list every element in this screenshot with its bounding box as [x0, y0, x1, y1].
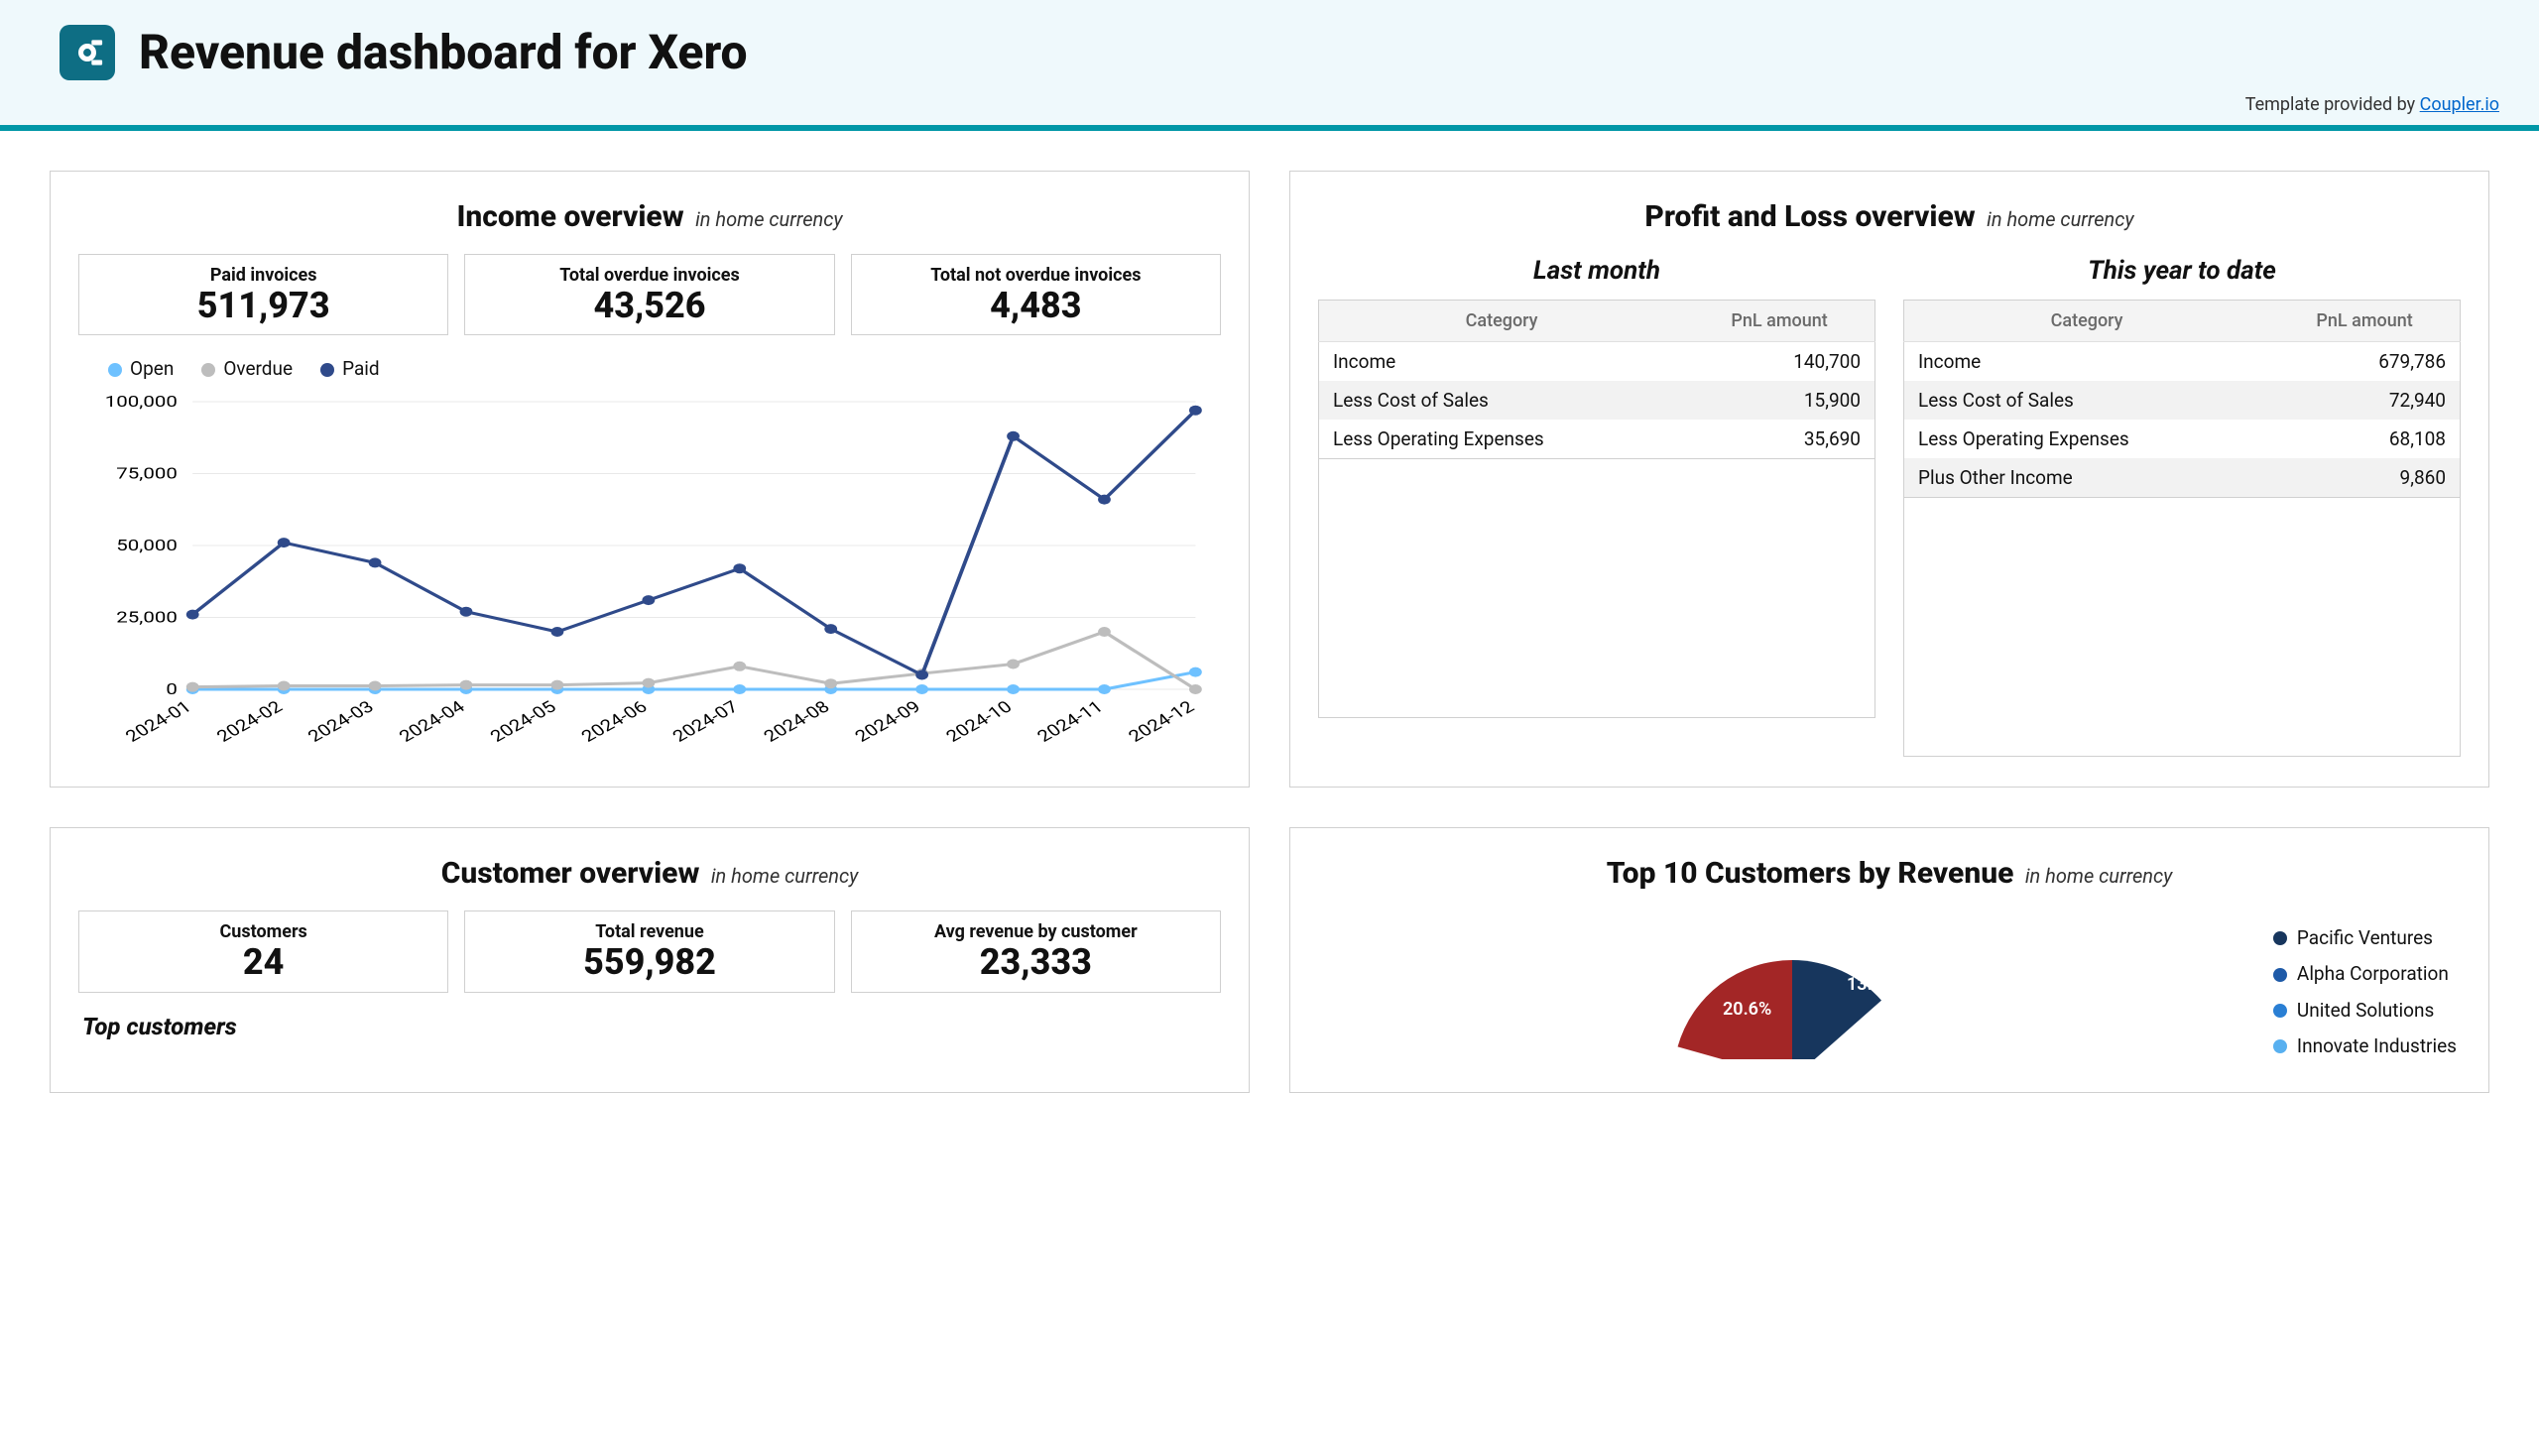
svg-text:13.5%: 13.5% — [1847, 974, 1895, 995]
income-chart-legend: Open Overdue Paid — [78, 351, 1221, 382]
legend-item: Alpha Corporation — [2273, 956, 2457, 992]
svg-text:2024-05: 2024-05 — [487, 698, 561, 746]
legend-item: Innovate Industries — [2273, 1029, 2457, 1064]
coupler-link[interactable]: Coupler.io — [2420, 94, 2499, 115]
table-row: Less Cost of Sales72,940 — [1904, 381, 2461, 420]
legend-dot-icon — [2273, 931, 2287, 945]
income-kpis: Paid invoices 511,973 Total overdue invo… — [78, 254, 1221, 335]
legend-dot-icon — [2273, 1004, 2287, 1018]
customer-kpis: Customers 24 Total revenue 559,982 Avg r… — [78, 910, 1221, 992]
pnl-caption: Last month — [1318, 256, 1875, 286]
brand-logo — [60, 25, 115, 80]
svg-text:2024-12: 2024-12 — [1125, 698, 1199, 746]
legend-dot-icon — [2273, 1039, 2287, 1053]
kpi-customers: Customers 24 — [78, 910, 448, 992]
table-row: Less Operating Expenses35,690 — [1319, 420, 1875, 459]
income-line-chart: 0 25,000 50,000 75,000 100,000 2024-01 2024-02… — [78, 382, 1221, 759]
legend-dot-icon — [2273, 968, 2287, 982]
svg-text:20.6%: 20.6% — [1723, 999, 1771, 1020]
svg-text:2024-08: 2024-08 — [760, 698, 834, 746]
template-credit: Template provided by Coupler.io — [60, 94, 2499, 121]
pnl-column: This year to date CategoryPnL amountIncom… — [1903, 254, 2461, 757]
table-row: Less Cost of Sales15,900 — [1319, 381, 1875, 420]
svg-text:2024-04: 2024-04 — [396, 698, 470, 746]
svg-text:2024-09: 2024-09 — [851, 698, 925, 746]
svg-text:2024-02: 2024-02 — [213, 698, 288, 746]
pnl-overview-card: Profit and Loss overview in home currenc… — [1289, 171, 2489, 788]
kpi-overdue-invoices: Total overdue invoices 43,526 — [464, 254, 834, 335]
legend-dot-paid — [320, 363, 334, 377]
page-title: Revenue dashboard for Xero — [139, 24, 748, 80]
pnl-table: CategoryPnL amountIncome140,700Less Cost… — [1318, 300, 1875, 459]
svg-text:100,000: 100,000 — [105, 393, 178, 411]
pnl-column: Last month CategoryPnL amountIncome140,70… — [1318, 254, 1875, 757]
kpi-total-revenue: Total revenue 559,982 — [464, 910, 834, 992]
svg-text:50,000: 50,000 — [116, 537, 178, 554]
brand-icon — [69, 35, 105, 70]
kpi-not-overdue-invoices: Total not overdue invoices 4,483 — [851, 254, 1221, 335]
top-customers-label: Top customers — [82, 1013, 1217, 1040]
svg-text:75,000: 75,000 — [116, 465, 178, 483]
table-row: Income140,700 — [1319, 342, 1875, 382]
legend-item: Pacific Ventures — [2273, 920, 2457, 956]
legend-dot-open — [108, 363, 122, 377]
pnl-caption: This year to date — [1903, 256, 2461, 286]
kpi-paid-invoices: Paid invoices 511,973 — [78, 254, 448, 335]
table-row: Plus Other Income9,860 — [1904, 458, 2461, 498]
card-title: Top 10 Customers by Revenue in home curr… — [1318, 856, 2461, 891]
table-row: Less Operating Expenses68,108 — [1904, 420, 2461, 458]
svg-text:2024-11: 2024-11 — [1033, 698, 1108, 746]
svg-text:2024-10: 2024-10 — [942, 698, 1017, 746]
card-title: Income overview in home currency — [78, 199, 1221, 234]
card-title: Customer overview in home currency — [78, 856, 1221, 891]
legend-item: United Solutions — [2273, 993, 2457, 1029]
top-customers-card: Top 10 Customers by Revenue in home curr… — [1289, 827, 2489, 1092]
svg-text:0: 0 — [166, 680, 178, 698]
svg-text:2024-06: 2024-06 — [577, 698, 652, 746]
pnl-table: CategoryPnL amountIncome679,786Less Cost… — [1903, 300, 2461, 498]
top-customers-legend: Pacific VenturesAlpha CorporationUnited … — [2273, 920, 2457, 1063]
svg-text:25,000: 25,000 — [116, 609, 178, 627]
income-overview-card: Income overview in home currency Paid in… — [50, 171, 1250, 788]
svg-text:2024-07: 2024-07 — [668, 698, 743, 746]
banner: Revenue dashboard for Xero Template prov… — [0, 0, 2539, 131]
svg-text:2024-03: 2024-03 — [304, 698, 379, 746]
svg-text:2024-01: 2024-01 — [122, 698, 196, 746]
customer-overview-card: Customer overview in home currency Custo… — [50, 827, 1250, 1092]
legend-dot-overdue — [201, 363, 215, 377]
top-customers-donut: 13.5% 20.6% — [1322, 920, 2243, 1059]
card-title: Profit and Loss overview in home currenc… — [1318, 199, 2461, 234]
kpi-avg-revenue: Avg revenue by customer 23,333 — [851, 910, 1221, 992]
table-row: Income679,786 — [1904, 342, 2461, 382]
